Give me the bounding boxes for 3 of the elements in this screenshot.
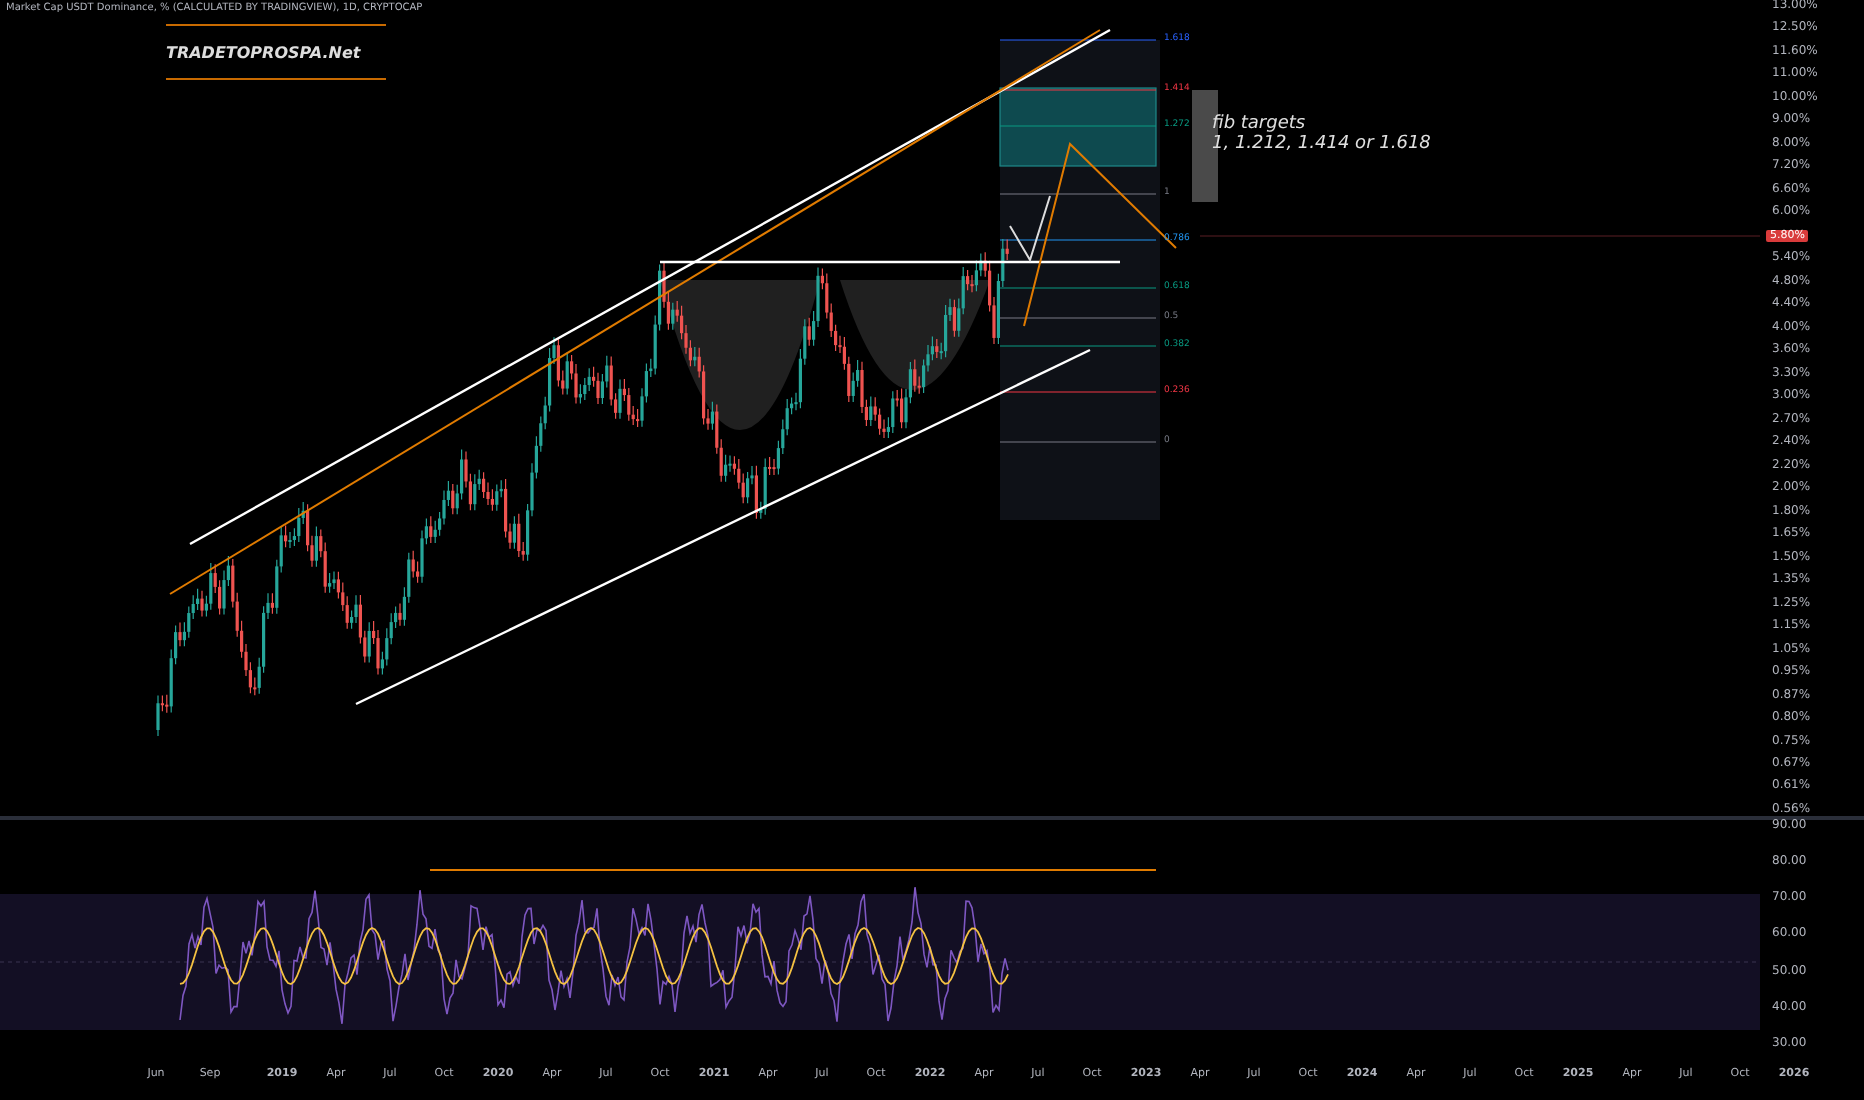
annotation-title: fib targets (1212, 116, 1308, 134)
annotation-text: 1, 1.212, 1.414 or 1.618 (1212, 135, 1431, 156)
brand-text: TRADETOPROSPA.Net (166, 43, 361, 61)
